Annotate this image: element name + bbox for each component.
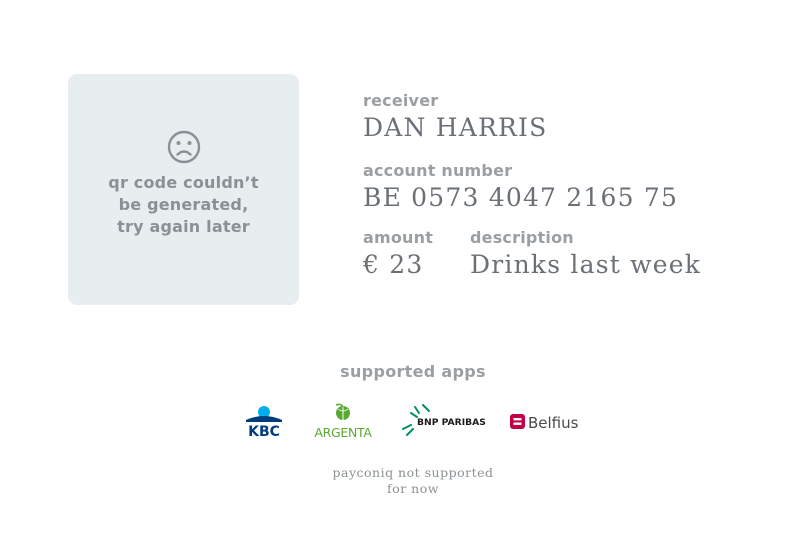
payconiq-note: payconiq not supported for now (0, 465, 806, 497)
payconiq-note-line-2: for now (387, 481, 439, 496)
account-number-value: BE 0573 4047 2165 75 (363, 183, 679, 212)
sad-face-icon (167, 130, 200, 163)
bnp-paribas-logo-text: BNP PARIBAS (417, 417, 486, 428)
receiver-value: DAN HARRIS (363, 113, 548, 142)
qr-error-line-2: be generated, (118, 194, 249, 214)
belfius-logo-text: Belfius (528, 414, 579, 432)
receiver-label: receiver (363, 91, 439, 110)
description-label: description (470, 228, 574, 247)
qr-error-message: qr code couldn’t be generated, try again… (108, 172, 258, 238)
payconiq-note-line-1: payconiq not supported (332, 465, 494, 480)
argenta-logo: ARGENTA (314, 403, 373, 439)
amount-label: amount (363, 228, 434, 247)
kbc-logo-text: KBC (248, 424, 280, 439)
account-number-label: account number (363, 161, 513, 180)
kbc-logo: KBC (246, 406, 282, 439)
description-value: Drinks last week (470, 250, 702, 279)
belfius-logo: Belfius (510, 414, 579, 432)
qr-code-placeholder: qr code couldn’t be generated, try again… (68, 74, 299, 305)
qr-error-line-1: qr code couldn’t (108, 172, 259, 192)
amount-value: € 23 (363, 250, 424, 279)
qr-error-line-3: try again later (117, 216, 250, 236)
supported-apps-title: supported apps (340, 362, 486, 381)
argenta-logo-text: ARGENTA (314, 425, 372, 439)
bnp-paribas-logo: BNP PARIBAS (402, 404, 486, 436)
